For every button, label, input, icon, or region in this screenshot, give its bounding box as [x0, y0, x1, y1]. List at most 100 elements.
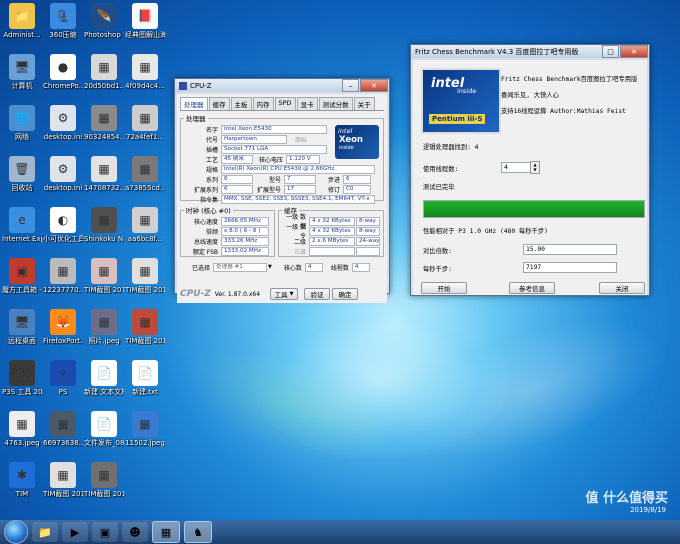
maximize-button[interactable]: □ — [602, 45, 619, 58]
desktop-icon-image: 📄 — [132, 360, 158, 386]
desktop-icon[interactable]: P3S P3S 工具 2019 — [2, 360, 42, 396]
cpuz-titlebar[interactable]: CPU-Z – ✕ — [175, 79, 389, 92]
validate-button[interactable]: 验证 — [304, 288, 331, 300]
desktop-icon[interactable]: ▦ aa6bc8f... — [125, 207, 165, 243]
reference-button[interactable]: 参考信息 — [509, 282, 555, 294]
desktop-icon[interactable]: ▦ TIM截图 20190804... — [125, 258, 165, 294]
desktop-icon[interactable]: ▦ a73855cd... — [125, 156, 165, 192]
desktop-icon[interactable]: 🗜 360压缩 — [43, 3, 83, 39]
desktop-icon[interactable]: ▦ 66973638... — [43, 411, 83, 447]
desktop-icon[interactable]: 📄 新建.txt — [125, 360, 165, 396]
cpuz-version: Ver. 1.87.0.x64 — [214, 290, 261, 298]
desktop-icon[interactable]: 🦊 FirefoxPort... — [43, 309, 83, 345]
threads-stepper[interactable]: ▲ ▼ — [530, 161, 540, 174]
desktop-icon[interactable]: ▦ 4f09d4c4... — [125, 54, 165, 90]
fsb-label: 额定 FSB — [192, 248, 218, 256]
l1d-value: 4 x 32 KBytes — [309, 216, 355, 226]
ps-taskbar-icon[interactable]: ▣ — [92, 522, 118, 542]
desktop-icon[interactable]: e Internet Explorer — [2, 207, 42, 243]
fritz-window[interactable]: Fritz Chess Benchmark V4.3 百度图拉丁吧专用版 □ ✕… — [410, 44, 650, 296]
voltage-label: 核心电压 — [259, 156, 284, 164]
tab-spd[interactable]: SPD — [274, 97, 296, 110]
minimize-button[interactable]: – — [342, 79, 359, 92]
xeon-badge-product: Xeon — [339, 135, 363, 145]
close-button[interactable]: ✕ — [360, 79, 388, 92]
threads-input[interactable]: 4 — [501, 162, 531, 173]
desktop-icon-image: ⚙ — [50, 156, 76, 182]
desktop-icon[interactable]: ▦ TIM截图 2019... — [125, 309, 165, 345]
desktop-icon[interactable]: 📕 经典图解山海经：图... — [125, 3, 165, 39]
desktop-icon[interactable]: ▦ 20d50bd1... — [84, 54, 124, 90]
corespeed-value: 2666.05 MHz — [221, 216, 269, 226]
desktop-icon[interactable]: ▦ 12237770... — [43, 258, 83, 294]
knps-value: 7197 — [523, 262, 617, 273]
desktop-icon[interactable]: ⚙ desktop.ini — [43, 105, 83, 141]
desktop-icon-label: Internet Explorer — [2, 235, 42, 243]
desktop-icon[interactable]: ▦ 4763.jpeg — [2, 411, 42, 447]
desktop-icon[interactable]: 🗑 回收站 — [2, 156, 42, 192]
stepping-value: 6 — [343, 174, 371, 184]
desktop-icon-image: ▦ — [9, 411, 35, 437]
processor-select[interactable]: 处理器 #1 — [213, 262, 267, 272]
tab-cache[interactable]: 缓存 — [208, 97, 230, 110]
desktop-icon[interactable]: 🖥 远程桌面 — [2, 309, 42, 345]
cpuz-taskbar-icon[interactable]: ▦ — [152, 521, 180, 543]
desktop-icon[interactable]: 📁 Administ... — [2, 3, 42, 39]
desktop-icon-image: ▦ — [50, 411, 76, 437]
desktop-icon-label: TIM截图 20190804... — [43, 490, 83, 498]
tab-memory[interactable]: 内存 — [252, 97, 274, 110]
desktop-icon[interactable]: ▣ 魔方工具箱 - 快捷方式 — [2, 258, 42, 294]
close-app-button[interactable]: 关闭 — [599, 282, 645, 294]
tab-graphics[interactable]: 显卡 — [296, 97, 318, 110]
desktop-icon-image: ▦ — [132, 105, 158, 131]
media-player-taskbar-icon[interactable]: ▶ — [62, 522, 88, 542]
desktop-icon[interactable]: 📄 文件发布_0803... — [84, 411, 124, 447]
desktop-icon-image: 🌐 — [9, 105, 35, 131]
desktop-icon[interactable]: ▦ TIM截图 20190804... — [84, 462, 124, 498]
fritz-taskbar-icon[interactable]: ♞ — [184, 521, 212, 543]
tab-mainboard[interactable]: 主板 — [230, 97, 252, 110]
desktop-icon[interactable]: ● ChromePo... — [43, 54, 83, 90]
desktop-icon[interactable]: ▦ 90324854... — [84, 105, 124, 141]
desktop-icon[interactable]: ▦ 11502.jpeg — [125, 411, 165, 447]
desktop-icon-label: 12237770... — [43, 286, 83, 294]
desktop-icon-label: desktop.ini — [43, 184, 83, 192]
desktop-icon-label: 90324854... — [84, 133, 124, 141]
start-orb-icon[interactable] — [4, 520, 28, 544]
fritz-title: Fritz Chess Benchmark V4.3 百度图拉丁吧专用版 — [415, 47, 579, 56]
ok-button[interactable]: 确定 — [332, 288, 359, 300]
l2-label: 二级 — [293, 238, 306, 246]
desktop-icon[interactable]: ▦ 72a4fef1... — [125, 105, 165, 141]
name-label: 名字 — [205, 126, 218, 134]
desktop-icon[interactable]: ⚙ desktop.ini — [43, 156, 83, 192]
desktop-icon[interactable]: ◐ 小可优化工具 - 快捷方式 — [43, 207, 83, 243]
start-button[interactable]: 开始 — [421, 282, 467, 294]
desktop-icon[interactable]: ▦ TIM截图 20190804... — [84, 258, 124, 294]
desktop-icon-label: Shinkoku Nadeko... — [84, 235, 124, 243]
chevron-down-icon[interactable]: ▼ — [268, 264, 272, 270]
desktop-icon[interactable]: 🖥 计算机 — [2, 54, 42, 90]
tab-bench[interactable]: 测试分数 — [318, 97, 353, 110]
desktop-icon[interactable]: ✧ PS — [43, 360, 83, 396]
header-line-3: 支持16线程运算 Author:Mathias Feist — [501, 108, 626, 115]
desktop-icon[interactable]: ▦ TIM截图 20190804... — [43, 462, 83, 498]
qq-taskbar-icon[interactable]: ☻ — [122, 522, 148, 542]
explorer-taskbar-icon[interactable]: 📁 — [32, 522, 58, 542]
close-button[interactable]: ✕ — [620, 45, 648, 58]
extmodel-label: 扩展型号 — [256, 186, 281, 194]
cpuz-window[interactable]: CPU-Z – ✕ 处理器 缓存 主板 内存 SPD 显卡 测试分数 关于 处理… — [174, 78, 390, 303]
tab-about[interactable]: 关于 — [353, 97, 375, 110]
desktop-icon[interactable]: 🪶 Photoshop 7.0 — [84, 3, 124, 39]
revision-value: C0 — [343, 184, 371, 194]
desktop-icon[interactable]: 🌐 网络 — [2, 105, 42, 141]
desktop-icon-label: 小可优化工具 - 快捷方式 — [43, 235, 83, 243]
desktop-icon[interactable]: ▦ Shinkoku Nadeko... — [84, 207, 124, 243]
tab-processor[interactable]: 处理器 — [180, 97, 208, 110]
fritz-titlebar[interactable]: Fritz Chess Benchmark V4.3 百度图拉丁吧专用版 □ ✕ — [411, 45, 649, 58]
desktop-icon[interactable]: ▦ 照片.jpeg — [84, 309, 124, 345]
tools-button[interactable]: 工具 ▼ — [270, 288, 299, 300]
desktop-icon[interactable]: ✱ TIM — [2, 462, 42, 498]
desktop-icon[interactable]: ▦ 14708732... — [84, 156, 124, 192]
desktop-icon[interactable]: 📄 新建 文本文档 Notes — [84, 360, 124, 396]
desktop-icon-image: ▦ — [50, 462, 76, 488]
